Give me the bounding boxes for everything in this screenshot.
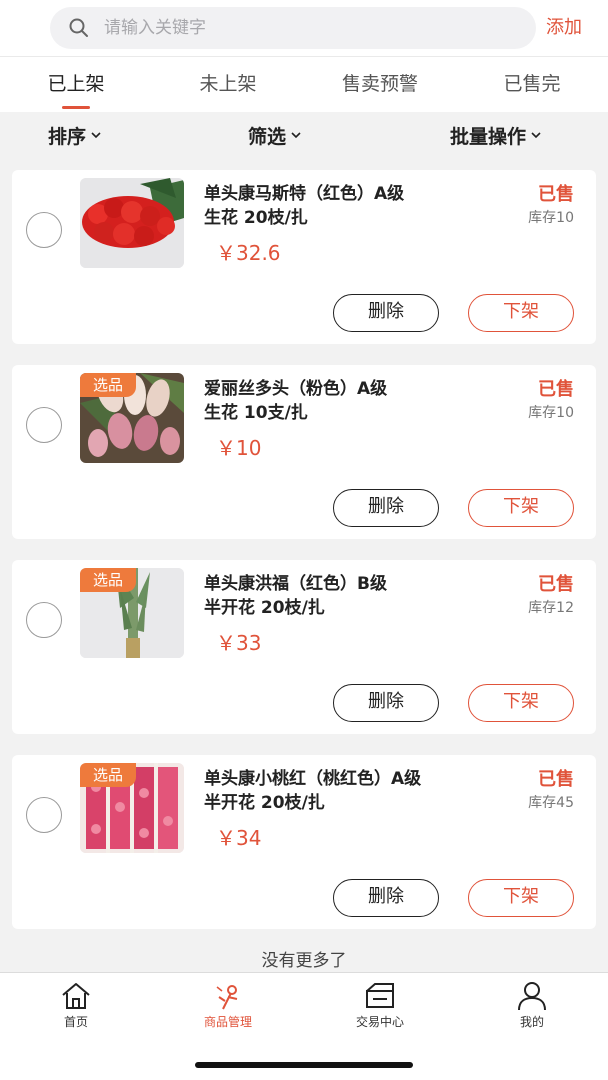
nav-label: 商品管理 [203, 1015, 252, 1029]
nav-product-management[interactable]: 商品管理 [178, 981, 278, 1041]
nav-trade-center[interactable]: 交易中心 [330, 981, 430, 1041]
stock-count: 库存45 [528, 795, 574, 811]
batch-operation-dropdown[interactable]: 批量操作 [450, 122, 542, 152]
product-card: 选品 单头康洪福（红色）B级 半开花 20枝/扎 ￥33 已售 库存12 删除 … [12, 560, 596, 734]
product-image[interactable]: 选品 [80, 763, 184, 853]
selected-badge: 选品 [80, 763, 136, 787]
tab-off-shelf[interactable]: 未上架 [176, 57, 280, 113]
product-name-line1: 单头康小桃红（桃红色）A级 [204, 769, 422, 789]
sort-label: 排序 [48, 126, 87, 148]
add-button[interactable]: 添加 [546, 14, 596, 42]
product-name-line2: 生花 10支/扎 [204, 403, 308, 423]
tab-active-indicator [62, 106, 90, 109]
take-off-shelf-button[interactable]: 下架 [468, 294, 574, 332]
user-icon [518, 982, 546, 1011]
tab-label: 售卖预警 [341, 73, 418, 95]
product-name-line1: 单头康马斯特（红色）A级 [204, 184, 405, 204]
product-name-line2: 半开花 20枝/扎 [204, 793, 325, 813]
search-icon [69, 18, 88, 37]
home-indicator [195, 1062, 413, 1068]
status-tabs: 已上架 未上架 售卖预警 已售完 [0, 56, 608, 112]
product-name-line1: 爱丽丝多头（粉色）A级 [204, 379, 388, 399]
chevron-down-icon [291, 132, 301, 139]
tab-on-shelf[interactable]: 已上架 [24, 57, 128, 113]
select-checkbox[interactable] [26, 407, 62, 443]
delete-button[interactable]: 删除 [333, 294, 439, 332]
filter-bar: 排序 筛选 批量操作 [0, 112, 608, 162]
trade-icon [366, 983, 394, 1008]
sold-status: 已售 [538, 379, 574, 400]
select-checkbox[interactable] [26, 797, 62, 833]
sold-status: 已售 [538, 574, 574, 595]
product-title: 单头康小桃红（桃红色）A级 半开花 20枝/扎 [204, 767, 494, 815]
filter-label: 筛选 [248, 126, 287, 148]
tab-label: 已上架 [47, 73, 105, 95]
product-price: ￥10 [216, 436, 262, 460]
select-checkbox[interactable] [26, 212, 62, 248]
stock-count: 库存12 [528, 600, 574, 616]
stock-count: 库存10 [528, 210, 574, 226]
nav-label: 交易中心 [355, 1015, 404, 1029]
top-bar: 添加 [0, 0, 608, 56]
nav-label: 首页 [63, 1015, 88, 1029]
product-price: ￥33 [216, 631, 262, 655]
tab-label: 未上架 [199, 73, 257, 95]
filter-dropdown[interactable]: 筛选 [248, 122, 302, 152]
flower-icon [216, 985, 238, 1010]
no-more-text: 没有更多了 [261, 951, 347, 971]
home-icon [62, 983, 90, 1009]
select-checkbox[interactable] [26, 602, 62, 638]
search-box[interactable] [50, 7, 536, 49]
selected-badge: 选品 [80, 373, 136, 397]
chevron-down-icon [91, 132, 101, 139]
product-card: 选品 单头康小桃红（桃红色）A级 半开花 20枝/扎 ￥34 已售 库存45 删… [12, 755, 596, 929]
take-off-shelf-button[interactable]: 下架 [468, 879, 574, 917]
product-card: 单头康马斯特（红色）A级 生花 20枝/扎 ￥32.6 已售 库存10 删除 下… [12, 170, 596, 344]
product-name-line1: 单头康洪福（红色）B级 [204, 574, 387, 594]
product-image[interactable]: 选品 [80, 568, 184, 658]
delete-button[interactable]: 删除 [333, 879, 439, 917]
product-title: 单头康洪福（红色）B级 半开花 20枝/扎 [204, 572, 494, 620]
stock-count: 库存10 [528, 405, 574, 421]
take-off-shelf-button[interactable]: 下架 [468, 684, 574, 722]
batch-label: 批量操作 [450, 126, 527, 148]
nav-profile[interactable]: 我的 [482, 981, 582, 1041]
product-image[interactable] [80, 178, 184, 268]
tab-label: 已售完 [503, 73, 561, 95]
sold-status: 已售 [538, 184, 574, 205]
product-title: 单头康马斯特（红色）A级 生花 20枝/扎 [204, 182, 494, 230]
nav-home[interactable]: 首页 [26, 981, 126, 1041]
product-price: ￥34 [216, 826, 262, 850]
product-title: 爱丽丝多头（粉色）A级 生花 10支/扎 [204, 377, 494, 425]
delete-button[interactable]: 删除 [333, 489, 439, 527]
tab-sales-warning[interactable]: 售卖预警 [318, 57, 442, 113]
product-card: 选品 爱丽丝多头（粉色）A级 生花 10支/扎 ￥10 已售 库存10 删除 下… [12, 365, 596, 539]
chevron-down-icon [531, 132, 541, 139]
nav-label: 我的 [519, 1015, 544, 1029]
tab-sold-out[interactable]: 已售完 [480, 57, 584, 113]
product-price: ￥32.6 [216, 241, 281, 265]
product-name-line2: 半开花 20枝/扎 [204, 598, 325, 618]
delete-button[interactable]: 删除 [333, 684, 439, 722]
product-name-line2: 生花 20枝/扎 [204, 208, 308, 228]
search-input[interactable] [104, 13, 504, 43]
sold-status: 已售 [538, 769, 574, 790]
selected-badge: 选品 [80, 568, 136, 592]
product-image[interactable]: 选品 [80, 373, 184, 463]
red-roses-image [80, 178, 184, 268]
sort-dropdown[interactable]: 排序 [48, 122, 102, 152]
take-off-shelf-button[interactable]: 下架 [468, 489, 574, 527]
